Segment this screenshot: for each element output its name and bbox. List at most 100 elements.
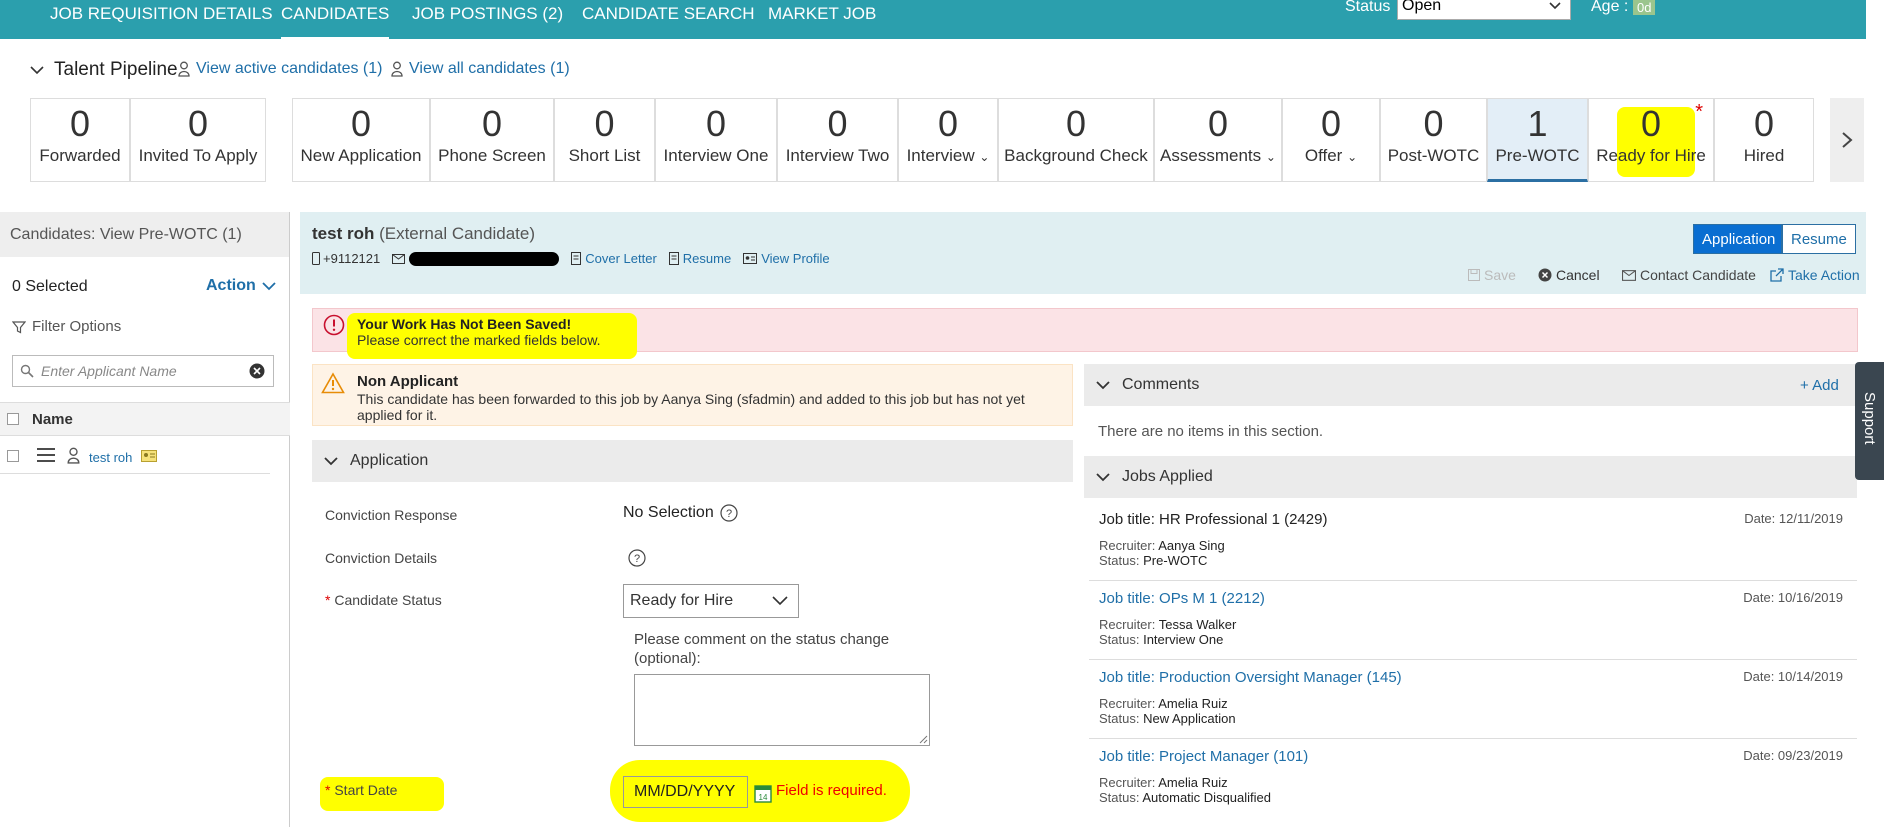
- status-comment-label: Please comment on the status change (opt…: [634, 631, 890, 667]
- tab-candidate-search[interactable]: CANDIDATE SEARCH: [582, 4, 755, 24]
- application-tab[interactable]: Application: [1693, 224, 1782, 254]
- stage-pre-wotc[interactable]: 1 Pre-WOTC: [1487, 98, 1588, 182]
- comments-section-header[interactable]: Comments: [1084, 364, 1857, 406]
- view-all-candidates-link[interactable]: View all candidates (1): [391, 60, 570, 78]
- candidate-status-select[interactable]: Ready for Hire: [623, 584, 799, 618]
- candidate-name: test roh: [312, 224, 375, 243]
- job-status: Status: Pre-WOTC: [1099, 553, 1208, 568]
- candidate-title: test roh (External Candidate): [312, 224, 535, 244]
- candidate-type: (External Candidate): [379, 224, 535, 243]
- status-value: Open: [1402, 0, 1442, 14]
- email-icon: [1622, 269, 1636, 281]
- stage-label: Interview One: [663, 146, 769, 165]
- tab-job-requisition-details[interactable]: JOB REQUISITION DETAILS: [50, 4, 273, 24]
- calendar-icon[interactable]: 14: [754, 783, 772, 803]
- stage-label: Interview: [906, 146, 975, 165]
- stage-label: Interview Two: [785, 146, 890, 165]
- job-recruiter: Recruiter: Amelia Ruiz: [1099, 775, 1228, 790]
- add-comment-button[interactable]: + Add: [1800, 377, 1839, 394]
- stage-interview-one[interactable]: 0 Interview One: [655, 98, 777, 182]
- stage-phone-screen[interactable]: 0 Phone Screen: [430, 98, 554, 182]
- chevron-down-icon: [1096, 472, 1110, 482]
- stage-label: Hired: [1743, 146, 1785, 165]
- stage-count: 0: [187, 103, 209, 144]
- stage-invited-to-apply[interactable]: 0 Invited To Apply: [130, 98, 266, 182]
- cover-letter-link[interactable]: Cover Letter: [571, 251, 657, 266]
- candidate-checkbox[interactable]: [7, 450, 19, 462]
- stage-post-wotc[interactable]: 0 Post-WOTC: [1380, 98, 1487, 182]
- stage-assessments[interactable]: 0 Assessments ⌄: [1154, 98, 1282, 182]
- view-profile-link[interactable]: View Profile: [743, 251, 830, 266]
- document-icon: [668, 252, 679, 265]
- help-icon[interactable]: ?: [720, 504, 738, 522]
- chevron-down-icon: [1548, 0, 1562, 13]
- resize-handle-icon[interactable]: [918, 734, 928, 744]
- action-label: Action: [206, 277, 256, 294]
- stage-label: Background Check: [1004, 146, 1148, 165]
- stage-offer[interactable]: 0 Offer ⌄: [1282, 98, 1380, 182]
- select-all-checkbox[interactable]: [7, 413, 19, 425]
- drag-handle-icon[interactable]: [37, 448, 55, 462]
- take-action-button[interactable]: Take Action: [1770, 267, 1860, 283]
- candidate-phone: +9112121: [323, 251, 381, 266]
- stage-interview[interactable]: 0 Interview ⌄: [898, 98, 998, 182]
- job-recruiter: Recruiter: Aanya Sing: [1099, 538, 1225, 553]
- resume-link[interactable]: Resume: [668, 251, 731, 266]
- stage-label: Ready for Hire: [1596, 146, 1706, 165]
- stage-short-list[interactable]: 0 Short List: [554, 98, 655, 182]
- save-button[interactable]: Save: [1468, 267, 1516, 283]
- cancel-button[interactable]: Cancel: [1538, 267, 1600, 283]
- stage-count: 1: [1527, 103, 1548, 144]
- candidate-list-panel: Candidates: View Pre-WOTC (1) 0 Selected…: [0, 212, 290, 827]
- filter-label: Filter Options: [32, 318, 122, 335]
- view-active-candidates-link[interactable]: View active candidates (1): [178, 60, 382, 78]
- talent-pipeline-toggle[interactable]: Talent Pipeline: [30, 59, 178, 81]
- stage-count: 0: [481, 103, 503, 144]
- jobs-applied-title: Jobs Applied: [1122, 468, 1213, 485]
- job-date: Date: 12/11/2019: [1744, 511, 1843, 526]
- filter-icon: [12, 320, 26, 334]
- stage-new-application[interactable]: 0 New Application: [292, 98, 430, 182]
- job-title-link[interactable]: Job title: Production Oversight Manager …: [1099, 669, 1402, 686]
- stage-interview-two[interactable]: 0 Interview Two: [777, 98, 898, 182]
- name-column-header: Name: [0, 402, 290, 436]
- status-select[interactable]: Open: [1397, 0, 1571, 20]
- filter-options-button[interactable]: Filter Options: [12, 318, 121, 335]
- stage-count: 0: [594, 103, 615, 144]
- comments-empty-text: There are no items in this section.: [1098, 423, 1324, 440]
- tab-candidates[interactable]: CANDIDATES: [281, 4, 390, 40]
- conviction-response-label: Conviction Response: [325, 507, 458, 523]
- applicant-search-input[interactable]: Enter Applicant Name: [12, 355, 274, 387]
- stage-label: Pre-WOTC: [1495, 146, 1580, 165]
- resume-tab[interactable]: Resume: [1782, 224, 1856, 254]
- selected-count: 0 Selected: [12, 278, 88, 295]
- stage-hired[interactable]: 0 Hired: [1714, 98, 1814, 182]
- jobs-applied-section-header[interactable]: Jobs Applied: [1084, 456, 1857, 498]
- tab-job-postings[interactable]: JOB POSTINGS (2): [412, 4, 563, 24]
- start-date-input[interactable]: MM/DD/YYYY: [623, 776, 748, 808]
- required-field-error: Field is required.: [776, 782, 887, 799]
- job-title-link[interactable]: Job title: Project Manager (101): [1099, 748, 1308, 765]
- stage-label: Post-WOTC: [1387, 146, 1480, 165]
- action-menu-button[interactable]: Action: [206, 277, 276, 295]
- chevron-down-icon: ⌄: [1265, 150, 1276, 164]
- clear-search-icon[interactable]: [249, 363, 265, 379]
- candidate-row[interactable]: test roh: [0, 438, 270, 474]
- stage-background-check[interactable]: 0 Background Check: [998, 98, 1154, 182]
- document-icon: [571, 252, 582, 265]
- stage-forwarded[interactable]: 0 Forwarded: [30, 98, 130, 182]
- cancel-icon: [1538, 268, 1552, 282]
- help-icon[interactable]: ?: [628, 549, 646, 567]
- status-comment-textarea[interactable]: [634, 674, 930, 746]
- support-tab[interactable]: Support: [1855, 362, 1884, 480]
- pipeline-next-button[interactable]: [1830, 98, 1864, 182]
- job-title-link[interactable]: Job title: OPs M 1 (2212): [1099, 590, 1265, 607]
- contact-candidate-button[interactable]: Contact Candidate: [1622, 267, 1756, 283]
- candidate-name-link[interactable]: test roh: [89, 450, 132, 465]
- application-section-header[interactable]: Application: [312, 440, 1073, 482]
- tab-market-job[interactable]: MARKET JOB: [768, 4, 876, 24]
- warning-icon: [321, 372, 345, 394]
- stage-ready-for-hire[interactable]: 0 Ready for Hire *: [1588, 98, 1714, 182]
- age-label: Age :: [1591, 0, 1629, 15]
- stage-count: 0: [1320, 103, 1342, 144]
